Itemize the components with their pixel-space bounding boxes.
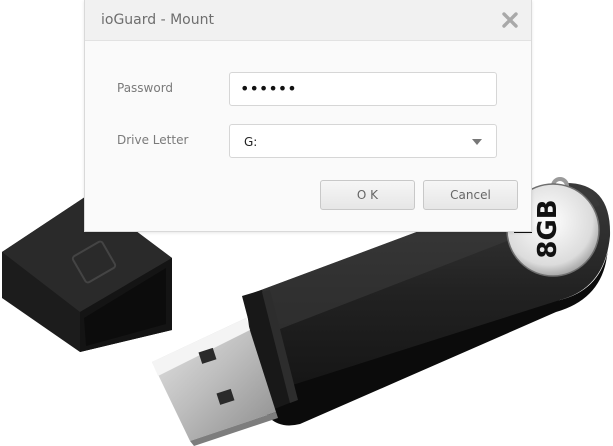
drive-letter-select[interactable]: G:: [229, 124, 497, 158]
mount-dialog: ioGuard - Mount Password •••••• Drive Le…: [84, 0, 532, 232]
capacity-label: 8GB: [533, 199, 563, 258]
drive-letter-value: G:: [244, 135, 258, 149]
password-label: Password: [117, 81, 174, 95]
password-value: ••••••: [240, 79, 297, 98]
scene: 8GB ioGuard - Mount Password •••••• Driv…: [0, 0, 613, 446]
chevron-down-icon: [472, 139, 482, 145]
drive-letter-label: Drive Letter: [117, 133, 189, 147]
cancel-button[interactable]: Cancel: [423, 180, 518, 210]
close-icon: [502, 12, 518, 28]
dialog-title: ioGuard - Mount: [101, 12, 214, 28]
password-field[interactable]: ••••••: [229, 72, 497, 106]
close-button[interactable]: [499, 9, 521, 31]
ok-button[interactable]: O K: [320, 180, 415, 210]
dialog-titlebar: ioGuard - Mount: [85, 0, 531, 41]
